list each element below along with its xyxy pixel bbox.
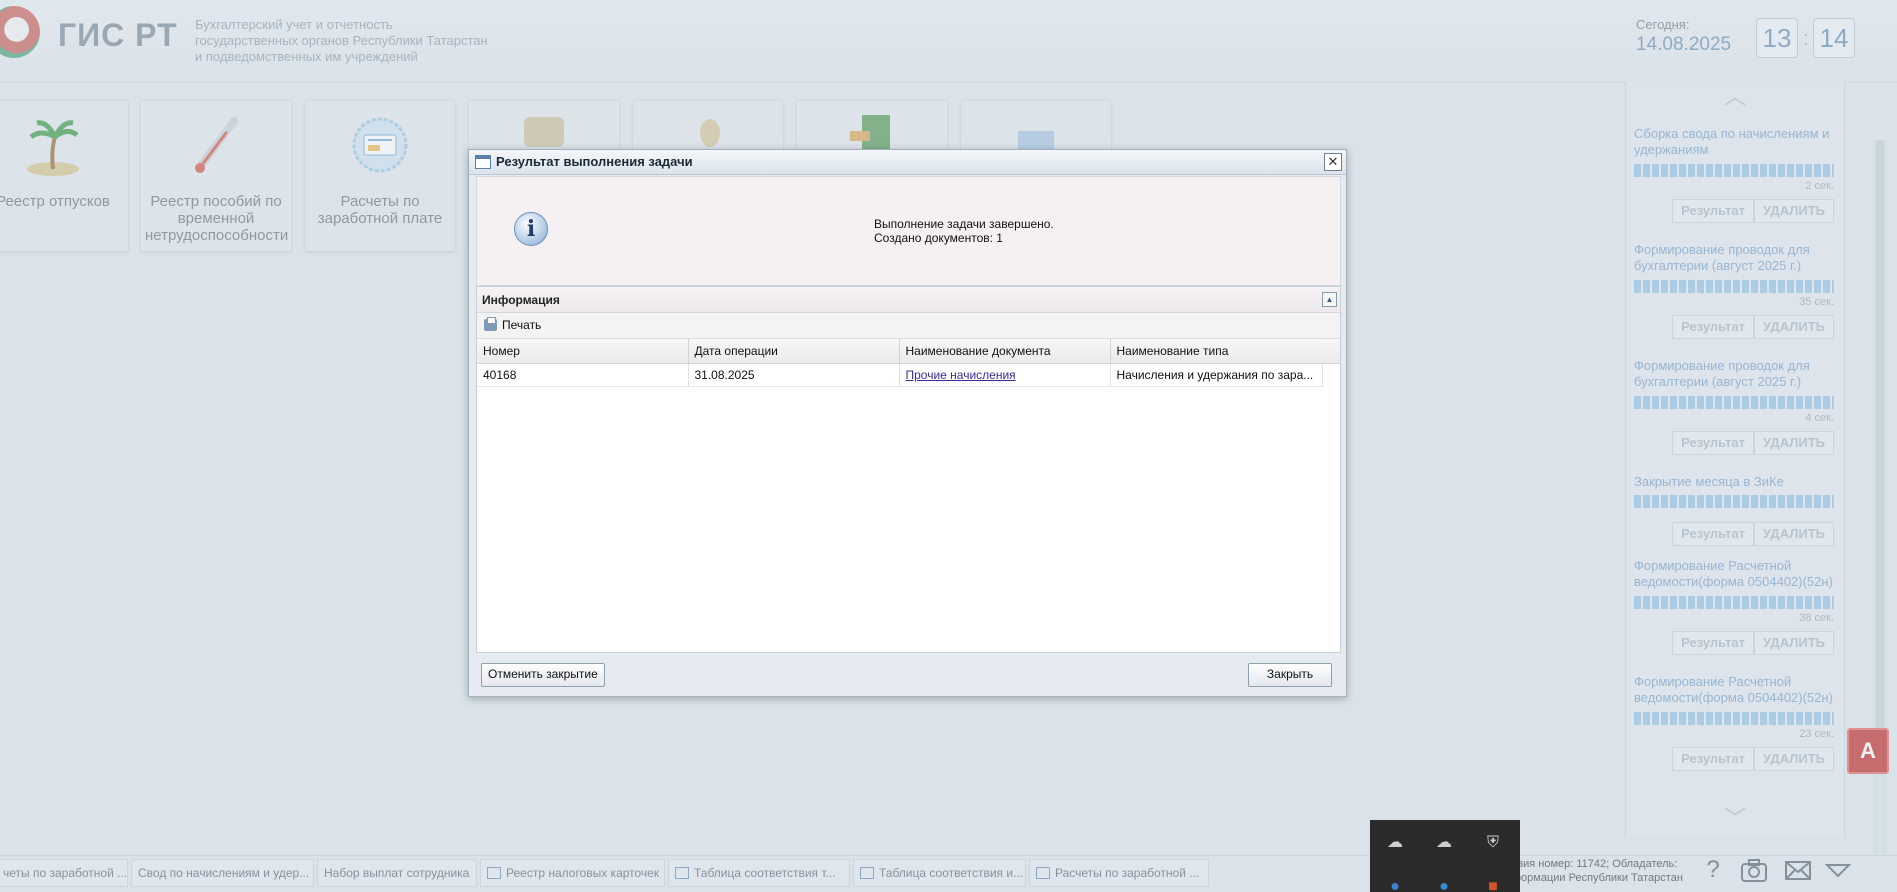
cell-date: 31.08.2025 — [688, 363, 900, 387]
cancel-close-button[interactable]: Отменить закрытие — [481, 663, 605, 687]
security-shield-icon[interactable]: ⛨ — [1482, 832, 1504, 854]
table-header-filler — [1322, 339, 1340, 364]
cell-number: 40168 — [477, 363, 689, 387]
printer-icon — [484, 317, 497, 331]
message-text: Выполнение задачи завершено. Создано док… — [874, 217, 1054, 245]
documents-table: Номер Дата операции Наименование докумен… — [477, 339, 1323, 387]
message-line: Создано документов: 1 — [874, 231, 1003, 245]
message-area: i Выполнение задачи завершено. Создано д… — [476, 176, 1341, 286]
print-button-label: Печать — [502, 318, 542, 332]
table-row[interactable]: 40168 31.08.2025 Прочие начисления Начис… — [477, 363, 1323, 387]
cell-document-name: Прочие начисления — [899, 363, 1111, 387]
cell-type-name: Начисления и удержания по зара... — [1110, 363, 1323, 387]
task-result-dialog: Результат выполнения задачи ✕ i Выполнен… — [468, 149, 1347, 697]
window-icon — [475, 155, 491, 169]
column-header-type-name[interactable]: Наименование типа — [1110, 339, 1323, 364]
table-header-row: Номер Дата операции Наименование докумен… — [477, 339, 1323, 364]
tray-app-icon[interactable]: ● — [1433, 876, 1455, 892]
column-header-date[interactable]: Дата операции — [688, 339, 900, 364]
dialog-titlebar[interactable]: Результат выполнения задачи ✕ — [469, 150, 1346, 175]
column-header-number[interactable]: Номер — [477, 339, 689, 364]
print-button[interactable]: Печать — [482, 317, 541, 334]
info-icon: i — [514, 212, 548, 246]
message-line: Выполнение задачи завершено. — [874, 217, 1054, 231]
document-link[interactable]: Прочие начисления — [906, 368, 1016, 382]
close-button[interactable]: Закрыть — [1248, 663, 1332, 687]
close-icon[interactable]: ✕ — [1324, 153, 1342, 171]
dialog-title: Результат выполнения задачи — [496, 154, 693, 169]
column-header-document-name[interactable]: Наименование документа — [899, 339, 1111, 364]
information-panel: Информация ▲ Печать Номер Дата операции — [476, 286, 1341, 653]
cloud-offline-icon[interactable]: ☁ — [1384, 832, 1406, 854]
system-tray-popup: ☁ ☁ ⛨ ● ● ■ — [1370, 820, 1520, 892]
information-header: Информация ▲ — [477, 287, 1340, 313]
collapse-icon[interactable]: ▲ — [1322, 292, 1337, 307]
information-toolbar: Печать — [477, 313, 1340, 339]
information-title: Информация — [482, 293, 560, 307]
cloud-offline-icon[interactable]: ☁ — [1433, 832, 1455, 854]
bluetooth-icon[interactable]: ● — [1384, 876, 1406, 892]
app-window: ГИС РТ Бухгалтерский учет и отчетность г… — [0, 0, 1897, 892]
tray-app-icon[interactable]: ■ — [1482, 876, 1504, 892]
